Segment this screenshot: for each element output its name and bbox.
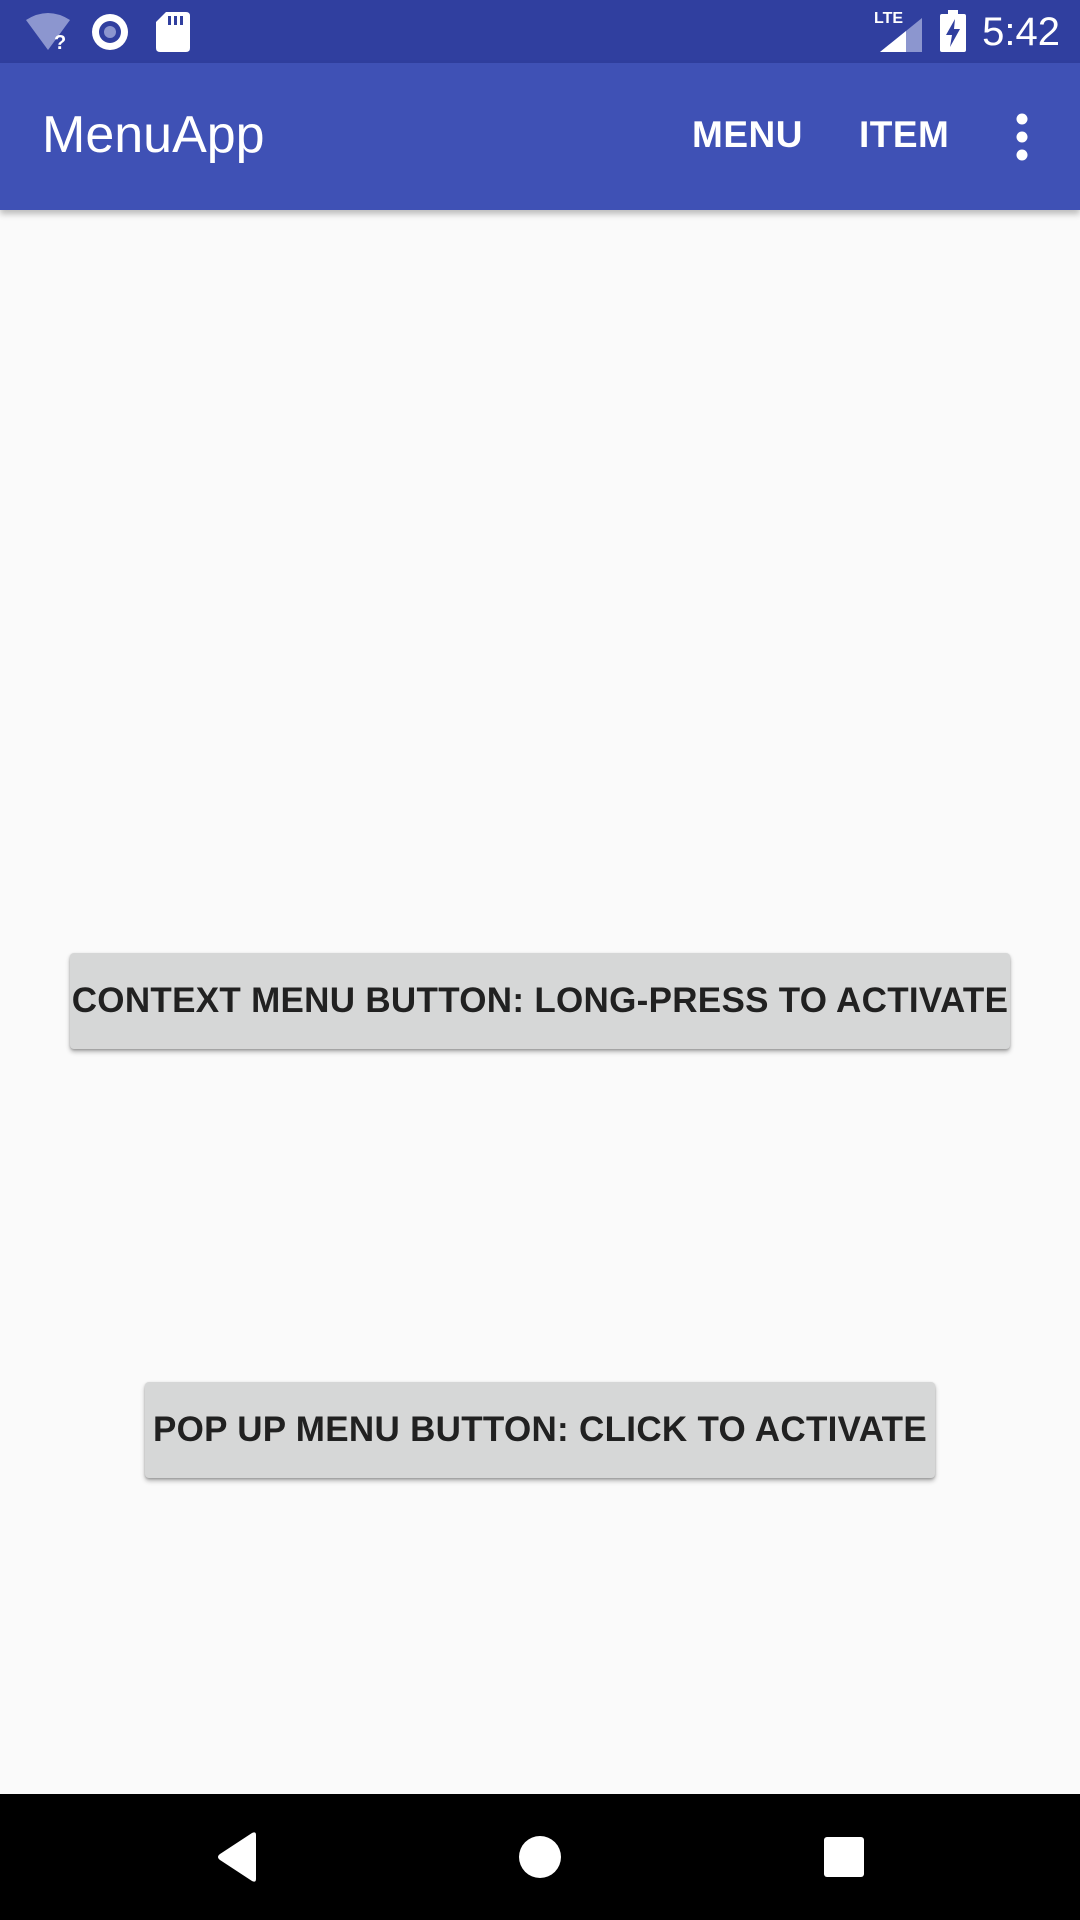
status-bar: ? LTE 5:42 — [0, 0, 1080, 63]
svg-text:?: ? — [54, 32, 66, 52]
more-vert-icon[interactable] — [1004, 113, 1040, 161]
item-action-button[interactable]: ITEM — [859, 113, 949, 157]
app-title: MenuApp — [42, 106, 265, 164]
recents-icon[interactable] — [814, 1827, 874, 1887]
popup-menu-button[interactable]: POP UP MENU BUTTON: CLICK TO ACTIVATE — [145, 1382, 935, 1478]
battery-charging-icon — [940, 10, 966, 52]
context-menu-button[interactable]: CONTEXT MENU BUTTON: LONG-PRESS TO ACTIV… — [70, 953, 1010, 1049]
navigation-bar — [0, 1794, 1080, 1920]
lte-signal-icon: LTE — [874, 10, 922, 52]
home-icon[interactable] — [510, 1827, 570, 1887]
menu-action-button[interactable]: MENU — [692, 113, 803, 157]
status-time: 5:42 — [982, 10, 1060, 54]
app-bar: MenuApp MENU ITEM — [0, 63, 1080, 210]
sync-icon — [92, 14, 128, 50]
sd-card-icon — [156, 12, 190, 52]
screen: ? LTE 5:42 MenuApp MENU ITEM CONTEXT MEN… — [0, 0, 1080, 1920]
wifi-unknown-icon: ? — [26, 13, 70, 52]
back-icon[interactable] — [208, 1827, 268, 1887]
